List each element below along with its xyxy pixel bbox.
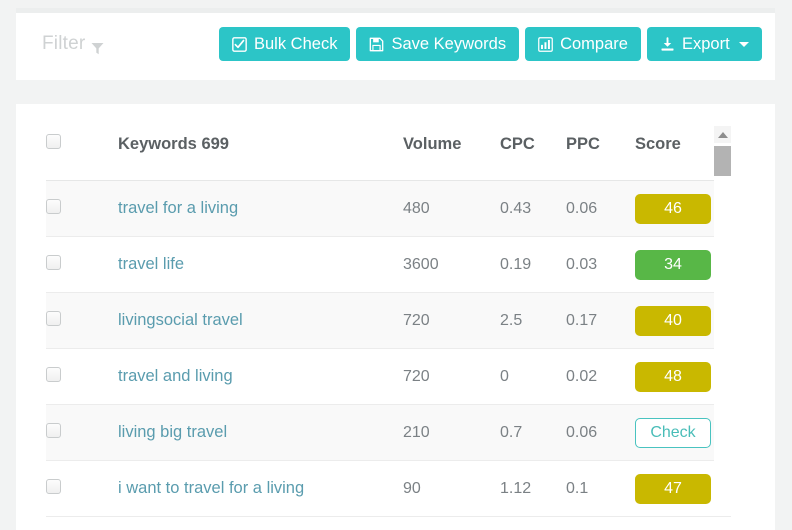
filter-control[interactable]: Filter xyxy=(42,33,104,55)
keyword-link[interactable]: living big travel xyxy=(118,423,227,441)
volume-cell: 720 xyxy=(403,348,500,405)
table-row: travel for a living 480 0.43 0.06 46 xyxy=(46,180,731,237)
select-all-checkbox[interactable] xyxy=(46,134,61,149)
select-all-header xyxy=(46,124,118,181)
keywords-table: Keywords 699 Volume CPC PPC Score travel… xyxy=(46,124,731,517)
save-keywords-label: Save Keywords xyxy=(391,34,507,53)
score-badge: 48 xyxy=(635,361,711,392)
row-checkbox[interactable] xyxy=(46,478,61,494)
row-checkbox[interactable] xyxy=(46,310,61,326)
funnel-icon xyxy=(91,39,104,54)
ppc-cell: 0.02 xyxy=(566,348,635,405)
row-checkbox[interactable] xyxy=(46,422,61,438)
chevron-down-icon xyxy=(738,41,749,47)
save-keywords-button[interactable]: Save Keywords xyxy=(356,27,520,61)
table-row: livingsocial travel 720 2.5 0.17 40 xyxy=(46,292,731,349)
volume-cell: 3600 xyxy=(403,236,500,293)
download-icon xyxy=(660,36,675,52)
cpc-cell: 1.12 xyxy=(500,460,566,517)
compare-label: Compare xyxy=(560,34,628,53)
compare-button[interactable]: Compare xyxy=(525,27,641,61)
row-checkbox[interactable] xyxy=(46,198,61,214)
volume-cell: 210 xyxy=(403,404,500,461)
keyword-cell: travel for a living xyxy=(118,180,403,237)
keywords-column-header[interactable]: Keywords 699 xyxy=(118,124,403,181)
ppc-cell: 0.1 xyxy=(566,460,635,517)
row-select-cell xyxy=(46,460,118,517)
table-scrollbar[interactable] xyxy=(714,126,731,516)
keyword-link[interactable]: livingsocial travel xyxy=(118,311,243,329)
volume-column-header[interactable]: Volume xyxy=(403,124,500,181)
ppc-cell: 0.03 xyxy=(566,236,635,293)
ppc-cell: 0.17 xyxy=(566,292,635,349)
cpc-cell: 0 xyxy=(500,348,566,405)
ppc-column-header[interactable]: PPC xyxy=(566,124,635,181)
app-root: Filter Bulk Check Save Keywords Compare … xyxy=(0,0,792,530)
table-row: travel life 3600 0.19 0.03 34 xyxy=(46,236,731,293)
score-badge: 40 xyxy=(635,305,711,336)
cpc-column-header[interactable]: CPC xyxy=(500,124,566,181)
table-row: i want to travel for a living 90 1.12 0.1 47 xyxy=(46,460,731,517)
toolbar-panel: Filter Bulk Check Save Keywords Compare … xyxy=(16,8,775,80)
keyword-cell: travel life xyxy=(118,236,403,293)
keyword-link[interactable]: i want to travel for a living xyxy=(118,479,304,497)
scrollbar-track[interactable] xyxy=(714,143,731,516)
keyword-link[interactable]: travel for a living xyxy=(118,199,238,217)
bar-chart-icon xyxy=(538,36,553,52)
toolbar-button-group: Bulk Check Save Keywords Compare Export xyxy=(219,27,762,61)
scrollbar-thumb[interactable] xyxy=(714,146,731,176)
cpc-cell: 0.43 xyxy=(500,180,566,237)
export-button[interactable]: Export xyxy=(646,27,762,61)
row-select-cell xyxy=(46,180,118,237)
row-checkbox[interactable] xyxy=(46,254,61,270)
row-checkbox[interactable] xyxy=(46,366,61,382)
cpc-cell: 2.5 xyxy=(500,292,566,349)
bulk-check-label: Bulk Check xyxy=(254,34,338,53)
table-row: living big travel 210 0.7 0.06 Check xyxy=(46,404,731,461)
keyword-link[interactable]: travel and living xyxy=(118,367,233,385)
scroll-up-arrow-icon xyxy=(717,131,728,138)
ppc-cell: 0.06 xyxy=(566,180,635,237)
keyword-link[interactable]: travel life xyxy=(118,255,184,273)
table-header: Keywords 699 Volume CPC PPC Score xyxy=(46,124,731,181)
keyword-cell: living big travel xyxy=(118,404,403,461)
keywords-table-panel: Keywords 699 Volume CPC PPC Score travel… xyxy=(16,104,775,530)
score-badge: 46 xyxy=(635,193,711,224)
row-select-cell xyxy=(46,404,118,461)
keyword-cell: i want to travel for a living xyxy=(118,460,403,517)
check-score-button[interactable]: Check xyxy=(635,417,711,448)
export-label: Export xyxy=(681,34,730,53)
keyword-cell: livingsocial travel xyxy=(118,292,403,349)
keyword-cell: travel and living xyxy=(118,348,403,405)
table-body: travel for a living 480 0.43 0.06 46 travel l… xyxy=(46,180,731,517)
row-select-cell xyxy=(46,236,118,293)
checkbox-checked-icon xyxy=(232,36,247,52)
score-badge: 34 xyxy=(635,249,711,280)
score-badge: 47 xyxy=(635,473,711,504)
table-row: travel and living 720 0 0.02 48 xyxy=(46,348,731,405)
bulk-check-button[interactable]: Bulk Check xyxy=(219,27,351,61)
ppc-cell: 0.06 xyxy=(566,404,635,461)
cpc-cell: 0.19 xyxy=(500,236,566,293)
floppy-disk-icon xyxy=(369,37,384,52)
table-header-row: Keywords 699 Volume CPC PPC Score xyxy=(46,124,731,181)
volume-cell: 720 xyxy=(403,292,500,349)
row-select-cell xyxy=(46,292,118,349)
volume-cell: 90 xyxy=(403,460,500,517)
cpc-cell: 0.7 xyxy=(500,404,566,461)
row-select-cell xyxy=(46,348,118,405)
volume-cell: 480 xyxy=(403,180,500,237)
scroll-up-button[interactable] xyxy=(714,126,731,143)
filter-label: Filter xyxy=(42,33,86,54)
